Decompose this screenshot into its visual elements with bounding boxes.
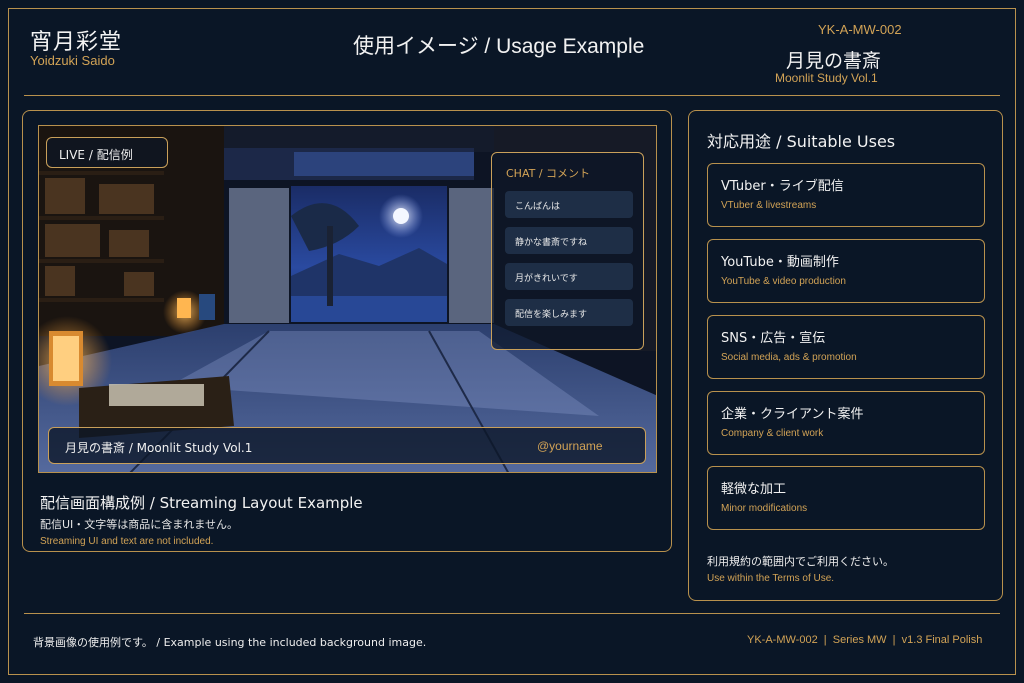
stream-username: @yourname xyxy=(537,439,603,453)
chat-message: 月がきれいです xyxy=(505,263,633,290)
footer-version: YK-A-MW-002 | Series MW | v1.3 Final Pol… xyxy=(747,634,983,646)
terms-note-jp: 利用規約の範囲内でご利用ください。 xyxy=(707,555,894,568)
use-label-en: VTuber & livestreams xyxy=(721,200,817,211)
footer-divider xyxy=(24,613,1000,614)
use-label-jp: 企業・クライアント案件 xyxy=(721,407,864,422)
chat-message: 配信を楽しみます xyxy=(505,299,633,326)
product-name-jp: 月見の書斎 xyxy=(786,50,882,72)
uses-title: 対応用途 / Suitable Uses xyxy=(707,132,896,151)
caption-note-jp: 配信UI・文字等は商品に含まれません。 xyxy=(40,518,238,531)
page-title: 使用イメージ / Usage Example xyxy=(353,35,645,58)
use-card-sns: SNS・広告・宣伝 Social media, ads & promotion xyxy=(707,315,985,379)
use-label-en: Social media, ads & promotion xyxy=(721,352,857,363)
use-card-modifications: 軽微な加工 Minor modifications xyxy=(707,466,985,530)
chat-title: CHAT / コメント xyxy=(506,167,591,180)
header-divider xyxy=(24,95,1000,96)
chat-message: こんばんは xyxy=(505,191,633,218)
use-label-en: Minor modifications xyxy=(721,503,808,514)
use-label-jp: YouTube・動画制作 xyxy=(721,255,839,270)
use-card-youtube: YouTube・動画制作 YouTube & video production xyxy=(707,239,985,303)
chat-overlay: CHAT / コメント こんばんは 静かな書斎ですね 月がきれいです 配信を楽し… xyxy=(491,152,644,350)
use-label-jp: SNS・広告・宣伝 xyxy=(721,331,826,346)
use-label-en: YouTube & video production xyxy=(721,276,846,287)
stream-title: 月見の書斎 / Moonlit Study Vol.1 xyxy=(65,441,253,455)
footer-note: 背景画像の使用例です。 / Example using the included… xyxy=(33,636,427,649)
live-tag: LIVE / 配信例 xyxy=(46,137,168,168)
product-name-en: Moonlit Study Vol.1 xyxy=(775,71,878,85)
stream-title-bar: 月見の書斎 / Moonlit Study Vol.1 @yourname xyxy=(48,427,646,464)
use-label-en: Company & client work xyxy=(721,428,824,439)
brand-name-en: Yoidzuki Saido xyxy=(30,53,115,68)
brand-name-jp: 宵月彩堂 xyxy=(30,30,123,55)
terms-note-en: Use within the Terms of Use. xyxy=(707,573,835,584)
caption-note-en: Streaming UI and text are not included. xyxy=(40,536,214,547)
product-code: YK-A-MW-002 xyxy=(818,22,902,37)
chat-message: 静かな書斎ですね xyxy=(505,227,633,254)
caption-title: 配信画面構成例 / Streaming Layout Example xyxy=(40,494,363,512)
use-label-jp: 軽微な加工 xyxy=(721,482,787,497)
use-card-vtuber: VTuber・ライブ配信 VTuber & livestreams xyxy=(707,163,985,227)
use-card-company: 企業・クライアント案件 Company & client work xyxy=(707,391,985,455)
use-label-jp: VTuber・ライブ配信 xyxy=(721,179,844,194)
